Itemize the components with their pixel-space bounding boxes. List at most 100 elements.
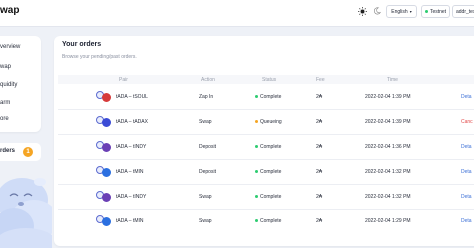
column-status: Status [262,77,277,83]
fee-value: 2₳ [316,194,323,200]
token-icon [102,217,111,226]
fee-value: 2₳ [316,218,323,224]
pair-label: tADA – tADAX [116,119,148,125]
cloud-mascot-illustration [0,178,52,248]
network-label: Testnet [429,8,447,15]
moon-icon[interactable] [373,7,381,15]
details-link[interactable]: Deta [461,94,472,100]
column-pair: Pair [119,77,128,83]
cancel-order-button[interactable]: Canc [461,119,473,125]
status-dot-icon [255,145,258,149]
status-badge: Complete [255,94,281,100]
row-divider [58,134,474,135]
sidebar-item-orders[interactable]: rders 1 [0,143,41,161]
sidebar: verview wap quidity arm ore [0,36,41,132]
status-badge: Queueing [255,119,282,125]
column-action: Action [201,77,215,83]
time-value: 2022-02-04 1:29 PM [365,218,411,224]
token-pair-icons [96,115,116,129]
sun-icon[interactable] [358,7,367,16]
orders-title: Your orders [62,41,102,48]
status-label: Complete [260,194,282,200]
action-label: Deposit [199,169,216,175]
token-pair-icons [96,140,116,154]
details-link[interactable]: Deta [461,218,472,224]
column-fee: Fee [316,77,325,83]
status-dot-icon [255,219,258,223]
network-button[interactable]: Testnet [421,5,450,18]
status-label: Complete [260,94,282,100]
pair-label: tADA – tINDY [116,144,147,150]
action-label: Swap [199,218,212,224]
time-value: 2022-02-04 1:32 PM [365,169,411,175]
table-row[interactable]: tADA – tINDY Deposit Complete 2₳ 2022-02-04 … [54,136,474,158]
action-label: Swap [199,119,212,125]
pair-label: tADA – tMIN [116,169,144,175]
fee-value: 2₳ [316,119,323,125]
table-row[interactable]: tADA – tINDY Swap Complete 2₳ 2022-02-04 1:3… [54,186,474,208]
status-dot-icon [255,95,258,99]
time-value: 2022-02-04 1:39 PM [365,94,411,100]
details-link[interactable]: Deta [461,169,472,175]
token-pair-icons [96,90,116,104]
sidebar-item-overview[interactable]: verview [0,44,20,50]
app-logo-text[interactable]: wap [0,5,19,16]
token-icon [102,143,111,152]
details-link[interactable]: Deta [461,144,472,150]
row-divider [58,109,474,110]
fee-value: 2₳ [316,94,323,100]
status-label: Complete [260,144,282,150]
chevron-down-icon: ▾ [409,9,412,14]
token-pair-icons [96,214,116,228]
status-badge: Complete [255,194,281,200]
top-bar: wap English ▾ Testnet addr_tes [0,0,474,27]
fee-value: 2₳ [316,169,323,175]
table-row[interactable]: tADA – tMIN Swap Complete 2₳ 2022-02-04 1:29… [54,210,474,232]
row-divider [58,159,474,160]
status-label: Queueing [260,119,282,125]
status-label: Complete [260,218,282,224]
orders-label: rders [0,148,16,154]
time-value: 2022-02-04 1:32 PM [365,194,411,200]
sidebar-item-more[interactable]: ore [0,116,9,122]
token-icon [102,193,111,202]
action-label: Zap In [199,94,214,100]
status-badge: Complete [255,169,281,175]
table-row[interactable]: tADA – tADAX Swap Queueing 2₳ 2022-02-04 1:3… [54,111,474,133]
status-dot-icon [255,170,258,174]
time-value: 2022-02-04 1:36 PM [365,144,411,150]
language-label: English [391,8,408,15]
sidebar-item-farm[interactable]: arm [0,100,10,106]
status-dot-icon [255,120,258,124]
token-icon [102,93,111,102]
sidebar-item-liquidity[interactable]: quidity [0,82,17,88]
table-row[interactable]: tADA – tSOUL Zap In Complete 2₳ 2022-02-04 1… [54,86,474,108]
language-select[interactable]: English ▾ [386,5,417,18]
token-pair-icons [96,190,116,204]
status-dot-icon [255,195,258,199]
sidebar-item-swap[interactable]: wap [0,64,11,70]
testnet-dot-icon [424,10,428,13]
orders-panel: Your orders Browse your pending/past ord… [54,36,474,246]
time-value: 2022-02-04 1:39 PM [365,119,411,125]
token-pair-icons [96,165,116,179]
action-label: Swap [199,194,212,200]
pair-label: tADA – tSOUL [116,94,148,100]
wallet-address-button[interactable]: addr_tes [452,5,474,18]
wallet-address: addr_tes [456,8,474,15]
table-row[interactable]: tADA – tMIN Deposit Complete 2₳ 2022-02-04 1… [54,161,474,183]
token-icon [102,168,111,177]
status-label: Complete [260,169,282,175]
orders-subtitle: Browse your pending/past orders. [62,54,137,60]
column-time: Time [387,77,398,83]
pair-label: tADA – tINDY [116,194,147,200]
action-label: Deposit [199,144,216,150]
details-link[interactable]: Deta [461,194,472,200]
fee-value: 2₳ [316,144,323,150]
orders-count-badge: 1 [23,147,33,157]
table-header: Pair Action Status Fee Time [58,75,474,84]
token-icon [102,118,111,127]
row-divider [58,184,474,185]
status-badge: Complete [255,144,281,150]
status-badge: Complete [255,218,281,224]
